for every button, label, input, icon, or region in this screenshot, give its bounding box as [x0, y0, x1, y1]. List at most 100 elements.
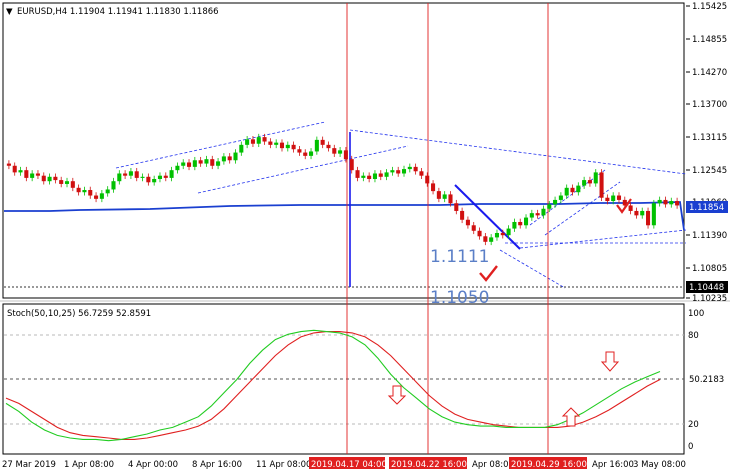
candle-body	[587, 180, 592, 184]
candle-body	[88, 190, 93, 196]
candle-body	[425, 175, 430, 184]
candle-body	[134, 171, 139, 178]
candle-body	[285, 144, 290, 149]
candle-body	[41, 175, 46, 182]
candle-body	[30, 173, 35, 178]
candle-body	[454, 203, 459, 211]
candle-body	[460, 210, 465, 220]
candle-body	[419, 171, 424, 176]
price-pane-frame	[2, 2, 685, 299]
candle-body	[338, 150, 343, 154]
candle-body	[233, 152, 238, 161]
candle-body	[18, 170, 23, 173]
candle-body	[384, 172, 389, 177]
candle-body	[274, 142, 279, 145]
candle-body	[99, 193, 104, 199]
candle-body	[582, 180, 587, 186]
candle-body	[94, 195, 99, 199]
candle-body	[128, 171, 133, 176]
candle-body	[268, 141, 273, 145]
candle-body	[611, 195, 616, 202]
candle-body	[477, 230, 482, 237]
candle-body	[599, 172, 604, 198]
candle-body	[262, 137, 267, 142]
stoch-tick: 0	[688, 442, 693, 452]
candle-body	[675, 201, 680, 206]
current-price-tag-text: 1.11854	[689, 203, 724, 213]
candle-body	[547, 204, 552, 209]
candle-body	[314, 139, 319, 152]
candle-body	[309, 151, 314, 156]
time-label: 8 Apr 16:00	[192, 460, 242, 470]
time-label: Apr 16:00	[592, 460, 634, 470]
time-highlight-text: 2019.04.22 16:00	[391, 460, 467, 470]
time-label: Apr 08:00	[472, 460, 514, 470]
candle-body	[70, 181, 75, 188]
support-price-tag-text: 1.10448	[689, 283, 724, 293]
candle-body	[407, 166, 412, 170]
candle-body	[355, 170, 360, 178]
collapse-triangle-icon[interactable]: ▼	[6, 7, 13, 17]
candle-body	[500, 232, 505, 236]
low-label-1: 1.1111	[430, 247, 489, 267]
candle-body	[227, 156, 232, 161]
candle-body	[332, 148, 337, 154]
candle-body	[175, 165, 180, 171]
candle-body	[553, 199, 558, 205]
candle-body	[396, 170, 401, 174]
candle-body	[512, 221, 517, 229]
time-highlight-text: 2019.04.29 16:00	[511, 460, 587, 470]
candle-body	[343, 150, 348, 160]
candle-body	[593, 172, 598, 184]
candle-body	[523, 217, 529, 226]
candle-body	[152, 178, 157, 183]
candle-body	[372, 173, 377, 179]
candle-body	[279, 142, 285, 149]
candle-body	[564, 187, 569, 196]
time-label: 1 Apr 08:00	[64, 460, 114, 470]
candle-body	[558, 195, 563, 200]
candle-body	[616, 195, 622, 200]
candle-body	[442, 194, 447, 199]
candle-body	[47, 176, 52, 182]
candle-body	[669, 201, 674, 205]
candle-body	[605, 197, 610, 202]
candle-body	[82, 190, 87, 193]
candle-body	[494, 232, 500, 238]
stoch-current-tag: 50.2183	[689, 375, 724, 385]
candle-body	[163, 175, 168, 178]
price-tick: 1.13115	[692, 133, 727, 143]
candle-body	[471, 225, 476, 231]
stoch-tick: 100	[688, 309, 704, 319]
candle-body	[216, 161, 221, 166]
candle-body	[436, 191, 441, 199]
low-label-2: 1.1050	[430, 288, 489, 308]
candle-body	[529, 213, 534, 218]
candle-body	[367, 175, 372, 179]
price-axis: 1.15425 1.14855 1.14270 1.13700 1.13115 …	[686, 2, 727, 304]
candle-body	[651, 203, 656, 226]
candle-body	[541, 208, 546, 216]
price-tick: 1.12545	[692, 166, 727, 176]
price-tick: 1.10235	[692, 294, 727, 304]
price-tick: 1.10805	[692, 264, 727, 274]
candle-body	[181, 162, 186, 166]
candle-body	[570, 187, 575, 193]
price-tick: 1.14855	[692, 35, 727, 45]
candle-body	[646, 210, 651, 226]
candle-body	[76, 187, 81, 193]
candle-body	[146, 176, 151, 183]
candle-body	[186, 162, 192, 167]
candle-body	[157, 175, 163, 179]
stoch-tick: 80	[688, 331, 699, 341]
candle-body	[349, 159, 354, 171]
candle-body	[303, 152, 308, 156]
candle-body	[483, 236, 488, 242]
candle-body	[256, 137, 261, 144]
candle-body	[320, 139, 325, 145]
time-axis: 27 Mar 2019 1 Apr 08:00 4 Apr 00:00 8 Ap…	[2, 457, 686, 470]
candle-body	[245, 139, 250, 145]
chart-window[interactable]: ▼ EURUSD,H4 1.11904 1.11941 1.11830 1.11…	[0, 0, 730, 474]
price-tick: 1.15425	[692, 2, 727, 12]
candle-body	[291, 144, 296, 150]
